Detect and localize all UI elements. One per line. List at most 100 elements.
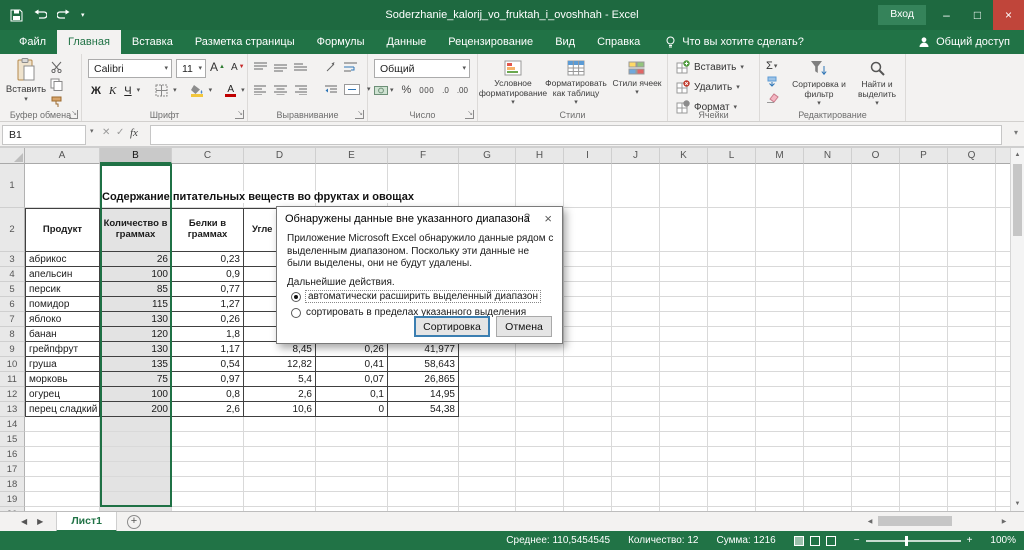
cell-E16[interactable] [316, 447, 388, 462]
cell-K13[interactable] [660, 402, 708, 417]
cell-K14[interactable] [660, 417, 708, 432]
cell-P19[interactable] [900, 492, 948, 507]
cell-P7[interactable] [900, 312, 948, 327]
cell-P12[interactable] [900, 387, 948, 402]
cell-O11[interactable] [852, 372, 900, 387]
cell-A7[interactable]: яблоко [25, 312, 100, 327]
copy-icon[interactable] [50, 78, 63, 91]
cell-M5[interactable] [756, 282, 804, 297]
zoom-slider-thumb[interactable] [905, 536, 908, 546]
cell-E15[interactable] [316, 432, 388, 447]
cell-P9[interactable] [900, 342, 948, 357]
cell-M6[interactable] [756, 297, 804, 312]
cell-A6[interactable]: помидор [25, 297, 100, 312]
cell-N14[interactable] [804, 417, 852, 432]
cell-B10[interactable]: 135 [100, 357, 172, 372]
cell-L5[interactable] [708, 282, 756, 297]
cell-E18[interactable] [316, 477, 388, 492]
cell-Q7[interactable] [948, 312, 996, 327]
cell-N17[interactable] [804, 462, 852, 477]
cell-Q11[interactable] [948, 372, 996, 387]
cell-I5[interactable] [564, 282, 612, 297]
cell-H12[interactable] [516, 387, 564, 402]
cell-A16[interactable] [25, 447, 100, 462]
cell-K4[interactable] [660, 267, 708, 282]
row-header-3[interactable]: 3 [0, 252, 25, 267]
cell-K3[interactable] [660, 252, 708, 267]
cell-M2[interactable] [756, 208, 804, 252]
cell-G13[interactable] [459, 402, 516, 417]
select-all-button[interactable] [0, 148, 25, 164]
cell-Q17[interactable] [948, 462, 996, 477]
format-painter-icon[interactable] [50, 96, 63, 108]
cell-G1[interactable] [459, 164, 516, 208]
cell-B12[interactable]: 100 [100, 387, 172, 402]
cell-L18[interactable] [708, 477, 756, 492]
row-header-17[interactable]: 17 [0, 462, 25, 477]
cell-A1[interactable] [25, 164, 100, 208]
cell-C5[interactable]: 0,77 [172, 282, 244, 297]
cell-H16[interactable] [516, 447, 564, 462]
tab-home[interactable]: Главная [57, 30, 121, 54]
cell-K17[interactable] [660, 462, 708, 477]
cell-D10[interactable]: 12,82 [244, 357, 316, 372]
cell-J10[interactable] [612, 357, 660, 372]
number-format-dropdown-icon[interactable]: ▾ [462, 65, 466, 72]
cell-P5[interactable] [900, 282, 948, 297]
scroll-right-icon[interactable]: ▶ [998, 514, 1010, 528]
cell-B17[interactable] [100, 462, 172, 477]
cell-O10[interactable] [852, 357, 900, 372]
cell-J11[interactable] [612, 372, 660, 387]
cell-M4[interactable] [756, 267, 804, 282]
zoom-slider[interactable] [866, 540, 961, 542]
cell-N18[interactable] [804, 477, 852, 492]
cell-E19[interactable] [316, 492, 388, 507]
cell-M8[interactable] [756, 327, 804, 342]
cell-K15[interactable] [660, 432, 708, 447]
cell-I12[interactable] [564, 387, 612, 402]
row-header-7[interactable]: 7 [0, 312, 25, 327]
cell-B7[interactable]: 130 [100, 312, 172, 327]
cell-D9[interactable]: 8,45 [244, 342, 316, 357]
cell-I18[interactable] [564, 477, 612, 492]
sheet-tab-list1[interactable]: Лист1 [56, 512, 117, 532]
column-header-L[interactable]: L [708, 148, 756, 164]
cell-G11[interactable] [459, 372, 516, 387]
cell-B16[interactable] [100, 447, 172, 462]
zoom-out-button[interactable]: − [854, 535, 860, 546]
cell-J6[interactable] [612, 297, 660, 312]
cell-A12[interactable]: огурец [25, 387, 100, 402]
cell-M14[interactable] [756, 417, 804, 432]
cell-O5[interactable] [852, 282, 900, 297]
accounting-format-icon[interactable]: ▾ [374, 85, 394, 96]
cell-L11[interactable] [708, 372, 756, 387]
cell-A13[interactable]: перец сладкий [25, 402, 100, 417]
number-dialog-launcher[interactable]: ↘ [465, 110, 474, 119]
row-header-15[interactable]: 15 [0, 432, 25, 447]
shrink-font-button[interactable]: А▼ [231, 62, 245, 73]
column-header-G[interactable]: G [459, 148, 516, 164]
cell-F18[interactable] [388, 477, 459, 492]
cell-L2[interactable] [708, 208, 756, 252]
column-header-F[interactable]: F [388, 148, 459, 164]
cell-J5[interactable] [612, 282, 660, 297]
cell-C4[interactable]: 0,9 [172, 267, 244, 282]
percent-style-button[interactable]: % [402, 84, 412, 96]
cell-F10[interactable]: 58,643 [388, 357, 459, 372]
cell-L15[interactable] [708, 432, 756, 447]
cell-G12[interactable] [459, 387, 516, 402]
cell-E11[interactable]: 0,07 [316, 372, 388, 387]
cell-N2[interactable] [804, 208, 852, 252]
cell-E12[interactable]: 0,1 [316, 387, 388, 402]
customize-qat-icon[interactable]: ▾ [81, 12, 85, 19]
cell-C6[interactable]: 1,27 [172, 297, 244, 312]
cell-G10[interactable] [459, 357, 516, 372]
cell-P13[interactable] [900, 402, 948, 417]
cell-A14[interactable] [25, 417, 100, 432]
cell-A19[interactable] [25, 492, 100, 507]
name-box[interactable]: B1 [2, 125, 86, 145]
wrap-text-icon[interactable] [344, 62, 357, 72]
merge-center-icon[interactable] [344, 84, 360, 95]
cell-B15[interactable] [100, 432, 172, 447]
cell-A5[interactable]: персик [25, 282, 100, 297]
